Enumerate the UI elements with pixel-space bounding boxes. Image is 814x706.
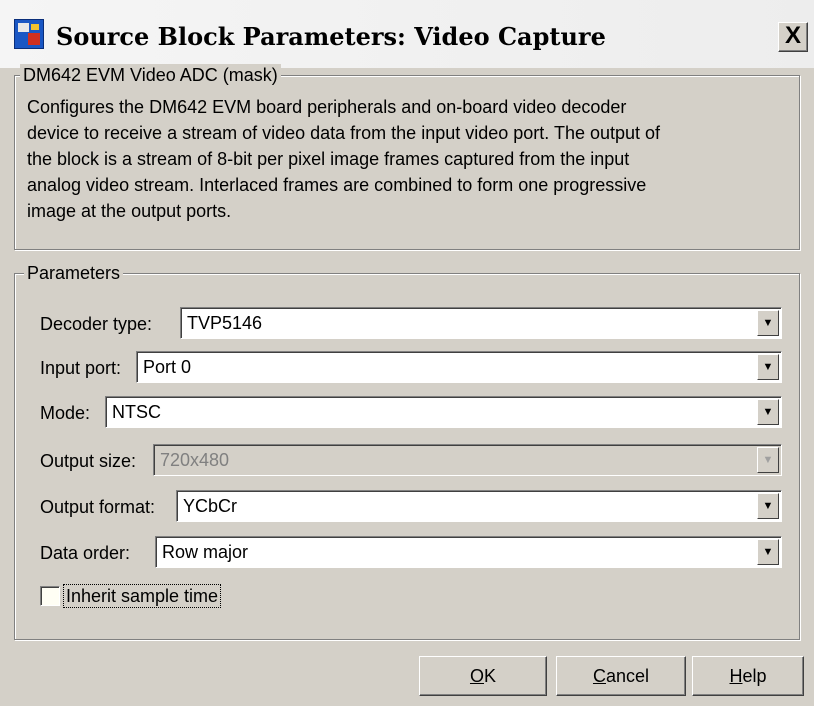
output-format-label: Output format: [40, 497, 156, 517]
description-line: device to receive a stream of video data… [27, 123, 661, 143]
cancel-button[interactable]: Cancel [556, 656, 686, 696]
description-line: image at the output ports. [27, 201, 232, 221]
mode-value: NTSC [112, 402, 161, 422]
description-line: analog video stream. Interlaced frames a… [27, 175, 647, 195]
mode-dropdown[interactable]: NTSC ▼ [105, 396, 782, 428]
simulink-block-icon [14, 19, 44, 49]
cancel-label-rest: ancel [605, 666, 650, 686]
cancel-mnemonic: C [592, 666, 606, 686]
input-port-value: Port 0 [143, 357, 192, 377]
ok-button[interactable]: OK [419, 656, 547, 696]
mask-description: Configures the DM642 EVM board periphera… [27, 94, 797, 224]
title-bar[interactable]: Source Block Parameters: Video Capture X [0, 0, 814, 68]
output-size-dropdown: 720x480 ▼ [153, 444, 782, 476]
description-line: Configures the DM642 EVM board periphera… [27, 97, 627, 117]
description-line: the block is a stream of 8-bit per pixel… [27, 149, 630, 169]
output-format-value: YCbCr [183, 496, 238, 516]
input-port-dropdown[interactable]: Port 0 ▼ [136, 351, 782, 383]
help-button[interactable]: Help [692, 656, 804, 696]
data-order-label: Data order: [40, 543, 131, 563]
chevron-down-icon[interactable]: ▼ [757, 539, 779, 565]
ok-label-rest: K [484, 666, 497, 686]
chevron-down-icon[interactable]: ▼ [757, 310, 779, 336]
help-label-rest: elp [742, 666, 767, 686]
output-size-label: Output size: [40, 451, 137, 471]
chevron-down-icon[interactable]: ▼ [757, 354, 779, 380]
input-port-label: Input port: [40, 358, 122, 378]
data-order-dropdown[interactable]: Row major ▼ [155, 536, 782, 568]
help-mnemonic: H [729, 666, 743, 686]
window-title: Source Block Parameters: Video Capture [56, 22, 606, 51]
inherit-sample-time-label[interactable]: Inherit sample time [62, 584, 222, 608]
decoder-type-value: TVP5146 [187, 313, 263, 333]
chevron-down-icon[interactable]: ▼ [757, 399, 779, 425]
output-size-value: 720x480 [160, 450, 230, 470]
mode-label: Mode: [40, 403, 91, 423]
decoder-type-dropdown[interactable]: TVP5146 ▼ [180, 307, 782, 339]
output-format-dropdown[interactable]: YCbCr ▼ [176, 490, 782, 522]
inherit-sample-time-checkbox[interactable] [40, 586, 60, 606]
decoder-type-label: Decoder type: [40, 314, 153, 334]
dialog-window: Source Block Parameters: Video Capture X… [0, 0, 814, 706]
ok-mnemonic: O [469, 666, 484, 686]
chevron-down-icon[interactable]: ▼ [757, 493, 779, 519]
data-order-value: Row major [162, 542, 249, 562]
mask-group-legend: DM642 EVM Video ADC (mask) [20, 64, 281, 86]
parameters-group-legend: Parameters [24, 262, 124, 284]
chevron-down-icon: ▼ [757, 447, 779, 473]
close-button[interactable]: X [778, 22, 808, 52]
